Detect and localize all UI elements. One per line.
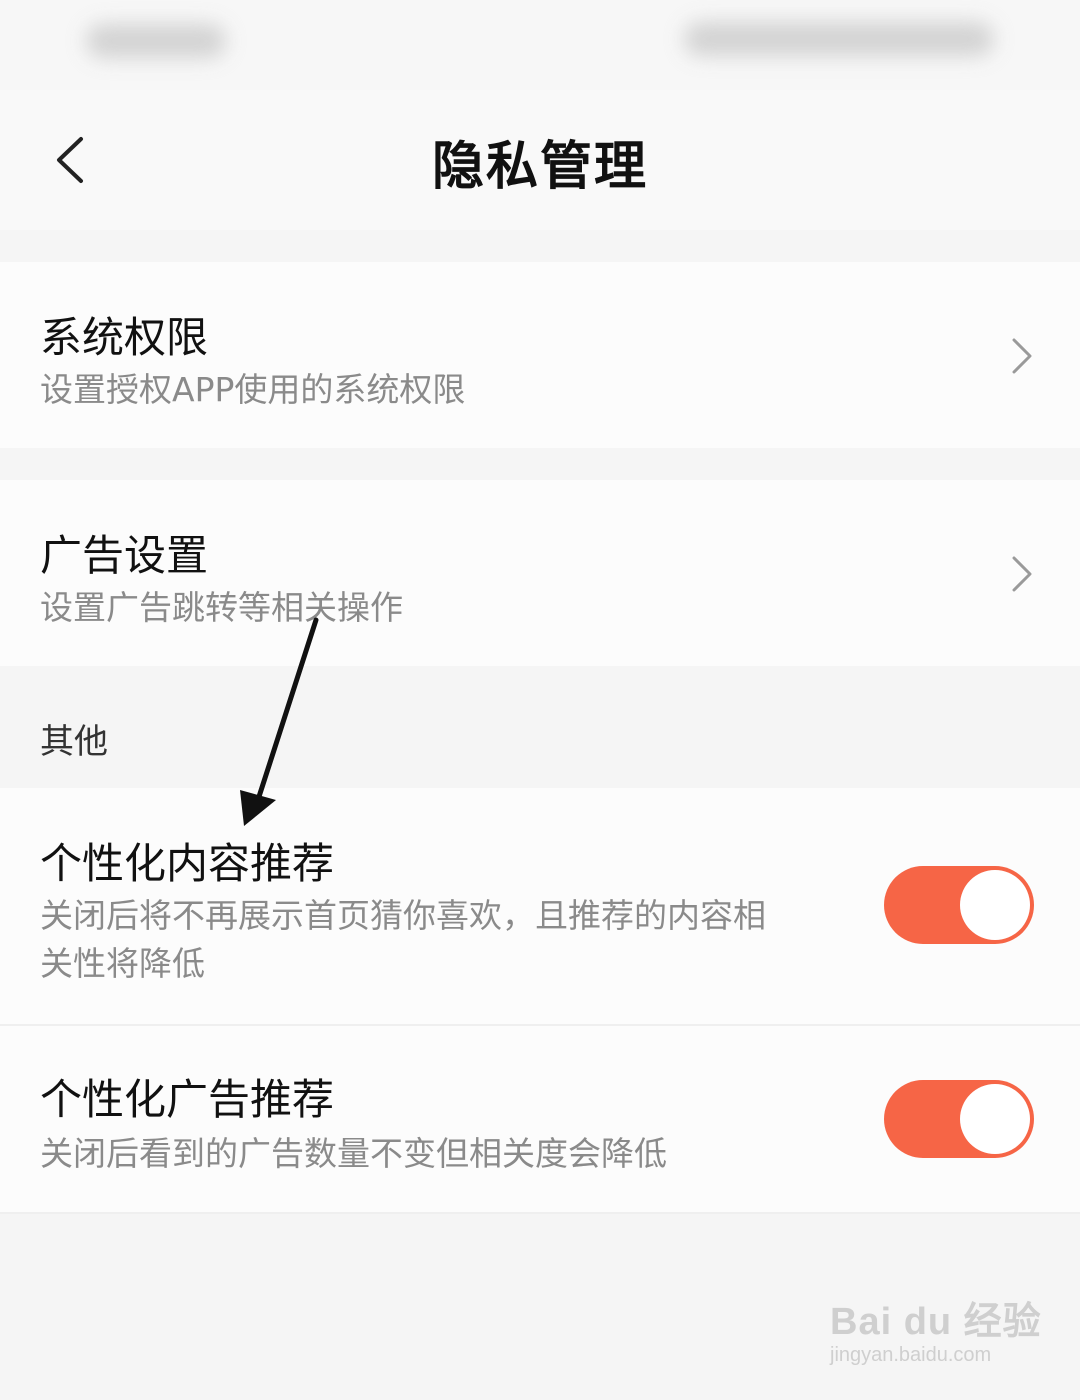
system-permissions-item[interactable]: 系统权限 设置授权APP使用的系统权限 bbox=[0, 262, 1080, 448]
personalized-ads-item: 个性化广告推荐 关闭后看到的广告数量不变但相关度会降低 bbox=[0, 1026, 1080, 1212]
ad-settings-subtitle: 设置广告跳转等相关操作 bbox=[40, 588, 403, 627]
chevron-right-icon bbox=[1012, 556, 1032, 592]
personalized-content-toggle[interactable] bbox=[884, 866, 1034, 944]
personalized-ads-subtitle: 关闭后看到的广告数量不变但相关度会降低 bbox=[40, 1134, 667, 1173]
baidu-jingyan-watermark: Bai du 经验 jingyan.baidu.com bbox=[826, 1288, 1056, 1378]
personalized-ads-toggle[interactable] bbox=[884, 1080, 1034, 1158]
personalized-content-item: 个性化内容推荐 关闭后将不再展示首页猜你喜欢，且推荐的内容相 关性将降低 bbox=[0, 788, 1080, 1024]
group-label-other: 其他 bbox=[40, 722, 108, 762]
status-icons-blurred bbox=[684, 22, 994, 56]
status-bar bbox=[0, 0, 1080, 90]
header: 隐私管理 bbox=[0, 90, 1080, 230]
status-time-blurred bbox=[86, 24, 226, 58]
watermark-main-text: Bai du 经验 bbox=[830, 1301, 1042, 1343]
toggle-knob bbox=[960, 870, 1030, 940]
system-permissions-title: 系统权限 bbox=[40, 313, 209, 362]
page-title: 隐私管理 bbox=[431, 137, 648, 197]
personalized-ads-title: 个性化广告推荐 bbox=[40, 1075, 335, 1124]
chevron-right-icon bbox=[1012, 338, 1032, 374]
personalized-content-subtitle-line1: 关闭后将不再展示首页猜你喜欢，且推荐的内容相 bbox=[40, 896, 766, 935]
personalized-content-title: 个性化内容推荐 bbox=[40, 839, 335, 888]
toggle-knob bbox=[960, 1084, 1030, 1154]
ad-settings-item[interactable]: 广告设置 设置广告跳转等相关操作 bbox=[0, 480, 1080, 666]
system-permissions-subtitle: 设置授权APP使用的系统权限 bbox=[40, 370, 466, 409]
personalized-content-subtitle-line2: 关性将降低 bbox=[40, 944, 205, 983]
divider bbox=[0, 1212, 1080, 1214]
watermark-url-text: jingyan.baidu.com bbox=[830, 1344, 992, 1366]
ad-settings-title: 广告设置 bbox=[40, 531, 209, 580]
